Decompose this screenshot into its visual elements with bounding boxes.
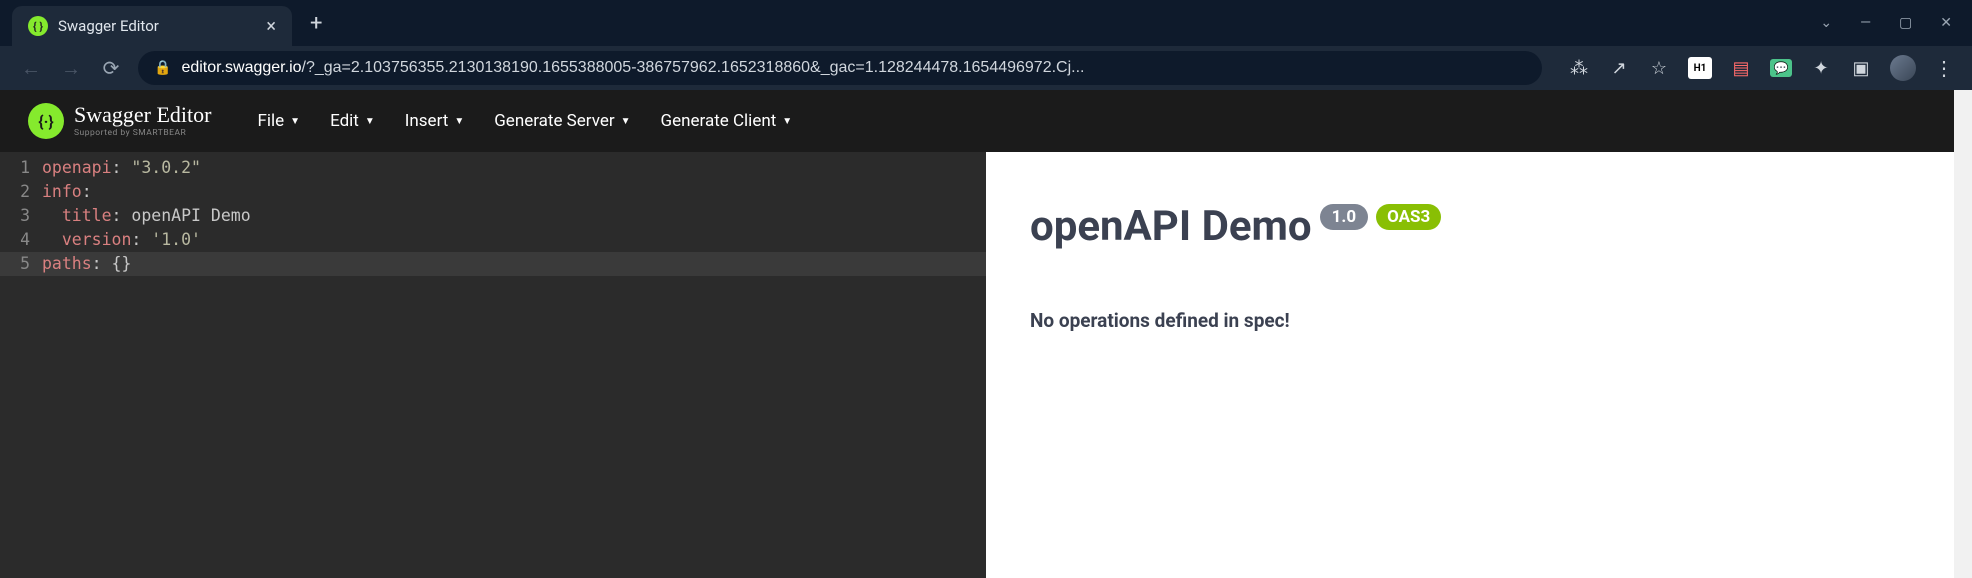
editor-line[interactable]: 1openapi: "3.0.2" xyxy=(0,156,986,180)
line-code[interactable]: info: xyxy=(42,180,92,204)
line-number: 5 xyxy=(0,252,42,276)
oas-badge: OAS3 xyxy=(1376,204,1441,230)
menu-file[interactable]: File▼ xyxy=(257,111,300,131)
extensions-puzzle-icon[interactable]: ✦ xyxy=(1810,58,1832,79)
vertical-scrollbar[interactable] xyxy=(1954,90,1972,578)
window-minimize-icon[interactable]: — xyxy=(1860,15,1871,31)
browser-toolbar-icons: ⁂ ↗ ☆ H1 ▤ 💬 ✦ ▣ ⋮ xyxy=(1556,55,1954,81)
no-operations-message: No operations defined in spec! xyxy=(1030,309,1928,332)
translate-icon[interactable]: ⁂ xyxy=(1568,58,1590,79)
editor-line[interactable]: 2info: xyxy=(0,180,986,204)
nav-forward-icon[interactable]: → xyxy=(58,56,84,81)
menu-generate-client[interactable]: Generate Client▼ xyxy=(661,111,793,131)
editor-line[interactable]: 4 version: '1.0' xyxy=(0,228,986,252)
nav-reload-icon[interactable]: ⟳ xyxy=(98,56,124,80)
extension-h1-icon[interactable]: H1 xyxy=(1688,57,1712,79)
line-code[interactable]: paths: {} xyxy=(42,252,131,276)
browser-tab-bar: { } Swagger Editor × + ⌄ — ▢ ✕ xyxy=(0,0,1972,46)
url-text: editor.swagger.io/?_ga=2.103756355.21301… xyxy=(181,59,1526,77)
line-number: 3 xyxy=(0,204,42,228)
window-close-icon[interactable]: ✕ xyxy=(1940,15,1952,31)
nav-back-icon[interactable]: ← xyxy=(18,56,44,81)
bookmark-star-icon[interactable]: ☆ xyxy=(1648,58,1670,79)
share-icon[interactable]: ↗ xyxy=(1608,58,1630,79)
extension-generic-icon[interactable]: ▤ xyxy=(1730,58,1752,79)
profile-avatar[interactable] xyxy=(1890,55,1916,81)
menu-edit[interactable]: Edit▼ xyxy=(330,111,375,131)
browser-menu-icon[interactable]: ⋮ xyxy=(1934,56,1954,80)
chevron-down-icon: ▼ xyxy=(621,116,631,127)
swagger-favicon-icon: { } xyxy=(28,16,48,36)
chevron-down-icon: ▼ xyxy=(365,116,375,127)
browser-tab-active[interactable]: { } Swagger Editor × xyxy=(12,6,292,46)
window-maximize-icon[interactable]: ▢ xyxy=(1899,15,1912,31)
line-code[interactable]: version: '1.0' xyxy=(42,228,201,252)
tab-title: Swagger Editor xyxy=(58,17,256,35)
app-header: {·} Swagger Editor Supported by SMARTBEA… xyxy=(0,90,1972,152)
new-tab-button[interactable]: + xyxy=(310,11,322,36)
window-dropdown-icon[interactable]: ⌄ xyxy=(1820,15,1832,31)
version-badge: 1.0 xyxy=(1320,204,1368,230)
logo-title: Swagger Editor xyxy=(74,104,211,126)
yaml-editor[interactable]: 1openapi: "3.0.2"2info:3 title: openAPI … xyxy=(0,152,986,578)
lock-icon: 🔒 xyxy=(154,60,171,76)
extension-chat-icon[interactable]: 💬 xyxy=(1770,59,1792,77)
line-number: 4 xyxy=(0,228,42,252)
chevron-down-icon: ▼ xyxy=(782,116,792,127)
api-title: openAPI Demo xyxy=(1030,202,1312,251)
menu-insert[interactable]: Insert▼ xyxy=(405,111,464,131)
menu-generate-server[interactable]: Generate Server▼ xyxy=(494,111,630,131)
logo-subtitle: Supported by SMARTBEAR xyxy=(74,129,211,138)
close-tab-icon[interactable]: × xyxy=(266,16,276,37)
window-controls: ⌄ — ▢ ✕ xyxy=(1820,15,1972,31)
app-menu: File▼ Edit▼ Insert▼ Generate Server▼ Gen… xyxy=(257,111,792,131)
line-code[interactable]: openapi: "3.0.2" xyxy=(42,156,201,180)
editor-line[interactable]: 5paths: {} xyxy=(0,252,986,276)
chevron-down-icon: ▼ xyxy=(454,116,464,127)
swagger-preview-pane: openAPI Demo 1.0 OAS3 No operations defi… xyxy=(986,152,1972,578)
line-number: 2 xyxy=(0,180,42,204)
swagger-logo[interactable]: {·} Swagger Editor Supported by SMARTBEA… xyxy=(28,103,211,139)
line-number: 1 xyxy=(0,156,42,180)
sidepanel-icon[interactable]: ▣ xyxy=(1850,58,1872,79)
swagger-logo-icon: {·} xyxy=(28,103,64,139)
browser-nav-bar: ← → ⟳ 🔒 editor.swagger.io/?_ga=2.1037563… xyxy=(0,46,1972,90)
chevron-down-icon: ▼ xyxy=(290,116,300,127)
line-code[interactable]: title: openAPI Demo xyxy=(42,204,251,228)
editor-line[interactable]: 3 title: openAPI Demo xyxy=(0,204,986,228)
url-bar[interactable]: 🔒 editor.swagger.io/?_ga=2.103756355.213… xyxy=(138,51,1542,85)
